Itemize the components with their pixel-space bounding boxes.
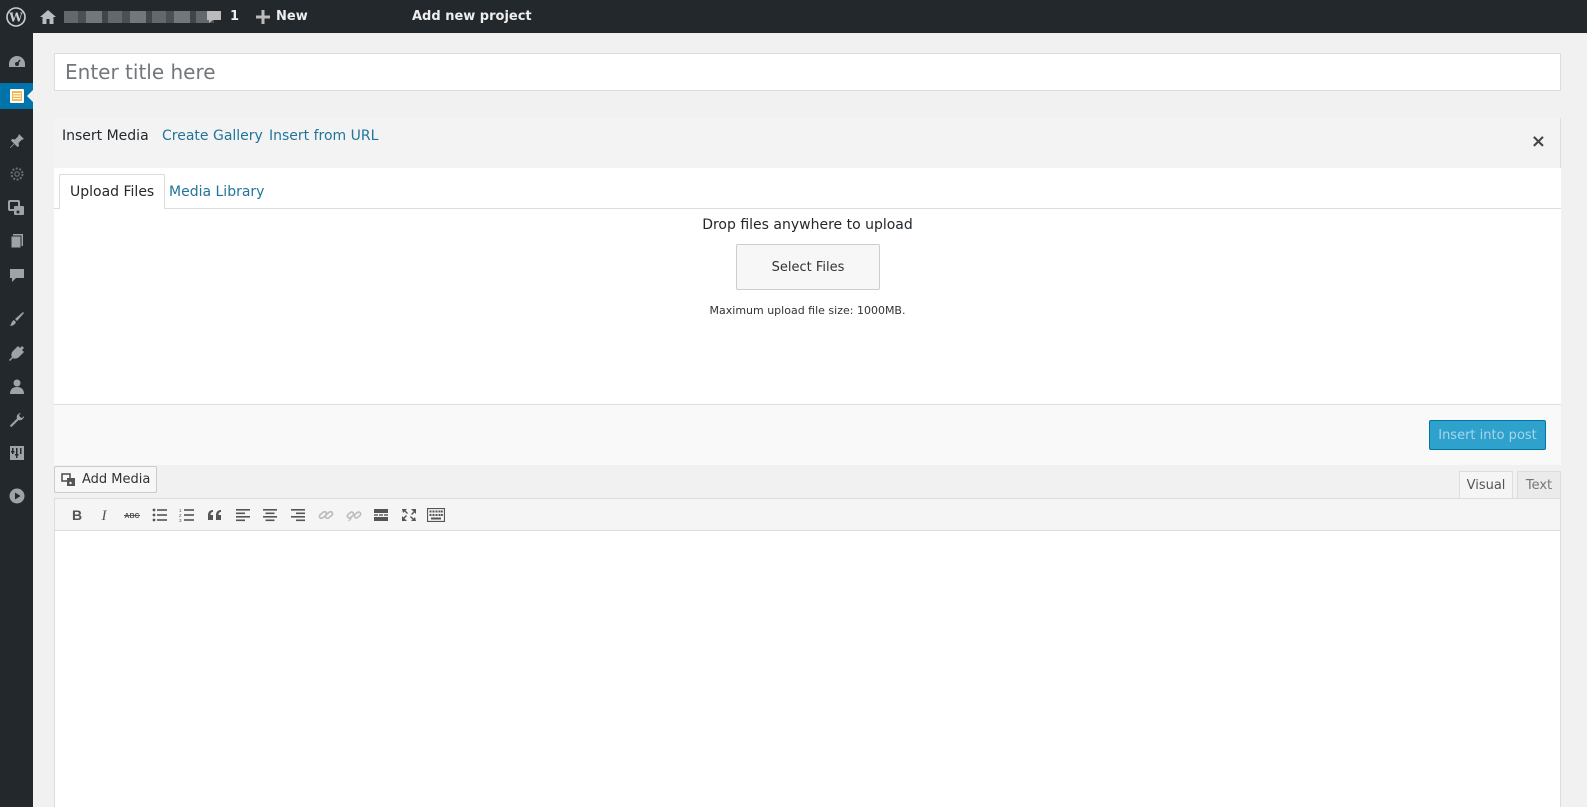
collapse-play-icon[interactable] <box>0 483 33 509</box>
dashboard-icon[interactable] <box>0 49 33 75</box>
users-icon[interactable] <box>0 373 33 399</box>
post-title-input[interactable] <box>54 53 1561 91</box>
new-content-link[interactable]: New <box>256 0 308 33</box>
max-upload-size-text: Maximum upload file size: 1000MB. <box>709 304 906 317</box>
media-tabs: Upload Files Media Library <box>54 168 1561 210</box>
bullet-list-icon[interactable] <box>149 504 171 526</box>
posts-pin-icon[interactable] <box>0 128 33 154</box>
tools-wrench-icon[interactable] <box>0 407 33 433</box>
admin-menu <box>0 33 33 807</box>
insert-media-link[interactable]: Insert Media <box>62 128 149 144</box>
pages-icon[interactable] <box>0 228 33 254</box>
settings-icon[interactable] <box>0 440 33 466</box>
comments-icon[interactable] <box>0 262 33 288</box>
text-tab[interactable]: Text <box>1517 471 1561 499</box>
align-left-icon[interactable] <box>232 504 254 526</box>
home-icon <box>40 9 56 24</box>
wordpress-logo-icon[interactable]: W <box>4 0 28 33</box>
admin-bar: W 1 New Add new project <box>0 0 1587 33</box>
numbered-list-icon[interactable]: 123 <box>176 504 198 526</box>
tab-upload-files[interactable]: Upload Files <box>59 174 166 210</box>
align-right-icon[interactable] <box>287 504 309 526</box>
bold-icon[interactable]: B <box>66 504 88 526</box>
insert-into-post-button[interactable]: Insert into post <box>1429 420 1546 450</box>
comment-bubble-icon <box>206 10 222 24</box>
toolbar-toggle-icon[interactable] <box>425 504 447 526</box>
svg-text:ABC: ABC <box>124 513 139 520</box>
gear-icon[interactable] <box>0 161 33 187</box>
svg-text:I: I <box>101 508 108 522</box>
blockquote-icon[interactable] <box>204 504 226 526</box>
appearance-brush-icon[interactable] <box>0 306 33 332</box>
new-label: New <box>276 9 308 24</box>
link-icon[interactable] <box>315 504 337 526</box>
tab-media-library[interactable]: Media Library <box>159 174 274 210</box>
add-media-button[interactable]: Add Media <box>54 466 157 493</box>
editor-content-area[interactable] <box>54 531 1561 807</box>
add-media-icon <box>61 472 77 487</box>
svg-text:3: 3 <box>179 518 182 522</box>
fullscreen-icon[interactable] <box>398 504 420 526</box>
select-files-button[interactable]: Select Files <box>736 244 880 290</box>
insert-from-url-link[interactable]: Insert from URL <box>269 128 378 144</box>
italic-icon[interactable]: I <box>93 504 115 526</box>
align-center-icon[interactable] <box>259 504 281 526</box>
plus-icon <box>256 9 270 24</box>
media-icon[interactable] <box>0 195 33 221</box>
comments-count: 1 <box>230 9 240 24</box>
create-gallery-link[interactable]: Create Gallery <box>162 128 263 144</box>
read-more-icon[interactable] <box>370 504 392 526</box>
projects-icon[interactable] <box>0 83 33 109</box>
comments-link[interactable]: 1 <box>206 0 239 33</box>
drop-files-text: Drop files anywhere to upload <box>702 217 913 233</box>
media-modal-header: Insert Media Create Gallery Insert from … <box>54 118 1561 168</box>
visual-tab[interactable]: Visual <box>1459 471 1513 499</box>
svg-text:B: B <box>72 508 82 522</box>
svg-text:W: W <box>8 10 23 24</box>
media-modal-toolbar: Insert into post <box>54 405 1561 465</box>
plugins-icon[interactable] <box>0 340 33 366</box>
add-new-project-link[interactable]: Add new project <box>412 0 532 33</box>
editor-toolbar: B I ABC 123 <box>54 498 1561 531</box>
unlink-icon[interactable] <box>343 504 365 526</box>
close-icon[interactable]: × <box>1531 131 1546 152</box>
strikethrough-icon[interactable]: ABC <box>121 504 143 526</box>
add-media-label: Add Media <box>82 472 151 487</box>
site-home-link[interactable] <box>40 0 214 33</box>
upload-drop-zone[interactable]: Drop files anywhere to upload Select Fil… <box>54 209 1561 405</box>
site-name-blurred <box>64 10 214 23</box>
